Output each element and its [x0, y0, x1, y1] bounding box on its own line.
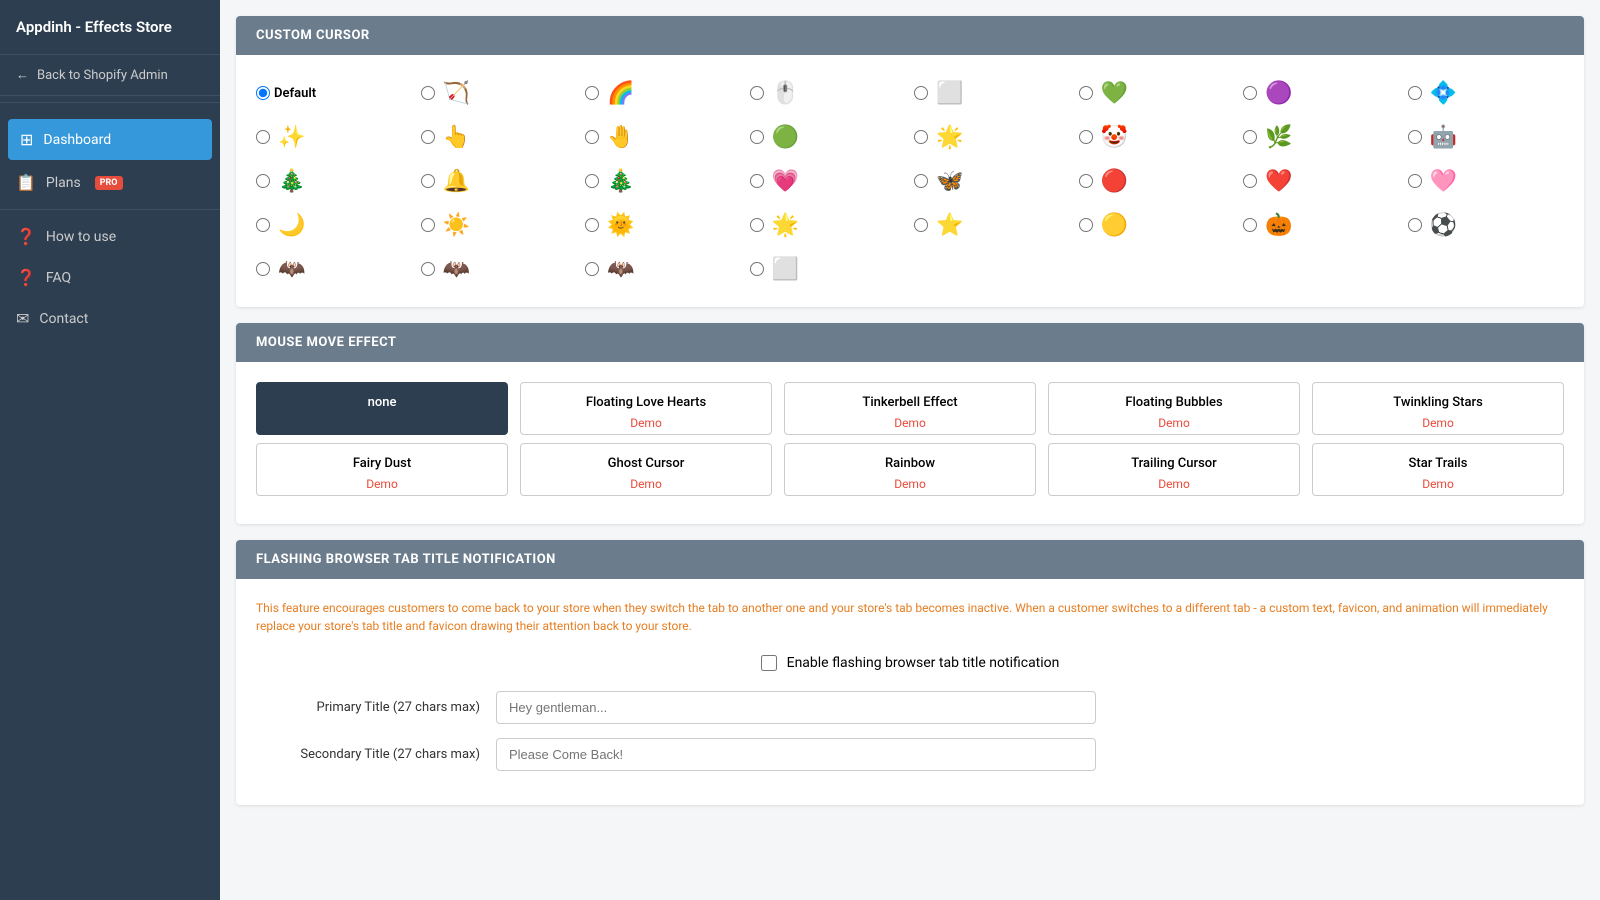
cursor-option-9[interactable]: 👆	[421, 119, 578, 155]
cursor-option-32[interactable]: 🦇	[256, 251, 413, 287]
cursor-option-15[interactable]: 🤖	[1408, 119, 1565, 155]
flashing-tab-header: FLASHING BROWSER TAB TITLE NOTIFICATION	[236, 540, 1584, 579]
back-to-shopify[interactable]: ← Back to Shopify Admin	[0, 55, 220, 96]
custom-cursor-section: CUSTOM CURSOR Default 🏹 🌈 🖱️ ⬜ 💚 🟣 💠 ✨ 👆…	[236, 16, 1584, 307]
cursor-option-4[interactable]: ⬜	[914, 75, 1071, 111]
primary-title-row: Primary Title (27 chars max)	[256, 691, 1564, 724]
back-arrow-icon: ←	[16, 67, 29, 83]
flashing-tab-body: This feature encourages customers to com…	[236, 579, 1584, 805]
dashboard-icon: ⊞	[20, 130, 33, 149]
sidebar-item-dashboard[interactable]: ⊞ Dashboard	[8, 119, 212, 160]
effect-tinkerbell[interactable]: Tinkerbell Effect Demo	[784, 382, 1036, 435]
cursor-option-16[interactable]: 🎄	[256, 163, 413, 199]
effect-star-trails[interactable]: Star Trails Demo	[1312, 443, 1564, 496]
sidebar: Appdinh - Effects Store ← Back to Shopif…	[0, 0, 220, 900]
cursor-option-21[interactable]: 🔴	[1079, 163, 1236, 199]
primary-title-input[interactable]	[496, 691, 1096, 724]
nav-section: ⊞ Dashboard 📋 Plans PRO ❓ How to use ❓ F…	[0, 109, 220, 347]
mouse-move-header: MOUSE MOVE EFFECT	[236, 323, 1584, 362]
effect-fairy-dust[interactable]: Fairy Dust Demo	[256, 443, 508, 496]
sidebar-item-contact[interactable]: ✉ Contact	[0, 298, 220, 339]
custom-cursor-header: CUSTOM CURSOR	[236, 16, 1584, 55]
cursor-option-33[interactable]: 🦇	[421, 251, 578, 287]
mouse-move-effect-section: MOUSE MOVE EFFECT none Floating Love Hea…	[236, 323, 1584, 524]
effect-twinkling-stars[interactable]: Twinkling Stars Demo	[1312, 382, 1564, 435]
faq-icon: ❓	[16, 268, 36, 287]
sidebar-item-how-to-use[interactable]: ❓ How to use	[0, 216, 220, 257]
cursor-option-8[interactable]: ✨	[256, 119, 413, 155]
cursor-option-12[interactable]: 🌟	[914, 119, 1071, 155]
cursor-option-10[interactable]: 🤚	[585, 119, 742, 155]
pro-badge: PRO	[95, 176, 123, 190]
effect-row-2: Fairy Dust Demo Ghost Cursor Demo Rainbo…	[256, 443, 1564, 496]
enable-row: Enable flashing browser tab title notifi…	[256, 655, 1564, 671]
cursor-option-31[interactable]: ⚽	[1408, 207, 1565, 243]
cursor-option-18[interactable]: 🎄	[585, 163, 742, 199]
cursor-option-23[interactable]: 🩷	[1408, 163, 1565, 199]
cursor-option-35[interactable]: ⬜	[750, 251, 907, 287]
effect-trailing-cursor[interactable]: Trailing Cursor Demo	[1048, 443, 1300, 496]
cursor-option-6[interactable]: 🟣	[1243, 75, 1400, 111]
cursor-option-2[interactable]: 🌈	[585, 75, 742, 111]
cursor-option-25[interactable]: ☀️	[421, 207, 578, 243]
cursor-option-14[interactable]: 🌿	[1243, 119, 1400, 155]
cursor-option-13[interactable]: 🤡	[1079, 119, 1236, 155]
custom-cursor-body: Default 🏹 🌈 🖱️ ⬜ 💚 🟣 💠 ✨ 👆 🤚 🟢 🌟 🤡 🌿 🤖	[236, 55, 1584, 307]
cursor-option-17[interactable]: 🔔	[421, 163, 578, 199]
cursor-option-7[interactable]: 💠	[1408, 75, 1565, 111]
plans-icon: 📋	[16, 173, 36, 192]
cursor-option-22[interactable]: ❤️	[1243, 163, 1400, 199]
cursor-option-5[interactable]: 💚	[1079, 75, 1236, 111]
effect-rainbow[interactable]: Rainbow Demo	[784, 443, 1036, 496]
cursor-grid: Default 🏹 🌈 🖱️ ⬜ 💚 🟣 💠 ✨ 👆 🤚 🟢 🌟 🤡 🌿 🤖	[256, 75, 1564, 287]
enable-flashing-checkbox[interactable]	[761, 655, 777, 671]
cursor-option-26[interactable]: 🌞	[585, 207, 742, 243]
cursor-option-3[interactable]: 🖱️	[750, 75, 907, 111]
app-title: Appdinh - Effects Store	[0, 0, 220, 55]
sidebar-item-plans[interactable]: 📋 Plans PRO	[0, 162, 220, 203]
cursor-option-20[interactable]: 🦋	[914, 163, 1071, 199]
enable-flashing-label[interactable]: Enable flashing browser tab title notifi…	[787, 655, 1060, 671]
cursor-option-30[interactable]: 🎃	[1243, 207, 1400, 243]
sidebar-item-faq[interactable]: ❓ FAQ	[0, 257, 220, 298]
effect-floating-love-hearts[interactable]: Floating Love Hearts Demo	[520, 382, 772, 435]
cursor-option-27[interactable]: 🌟	[750, 207, 907, 243]
cursor-option-29[interactable]: 🟡	[1079, 207, 1236, 243]
main-content: CUSTOM CURSOR Default 🏹 🌈 🖱️ ⬜ 💚 🟣 💠 ✨ 👆…	[220, 0, 1600, 900]
cursor-option-1[interactable]: 🏹	[421, 75, 578, 111]
how-to-use-icon: ❓	[16, 227, 36, 246]
effect-none[interactable]: none	[256, 382, 508, 435]
cursor-default-radio[interactable]	[256, 86, 270, 100]
cursor-option-28[interactable]: ⭐	[914, 207, 1071, 243]
mouse-move-body: none Floating Love Hearts Demo Tinkerbel…	[236, 362, 1584, 524]
flashing-description: This feature encourages customers to com…	[256, 599, 1564, 635]
secondary-title-input[interactable]	[496, 738, 1096, 771]
secondary-title-label: Secondary Title (27 chars max)	[256, 747, 496, 762]
effect-ghost-cursor[interactable]: Ghost Cursor Demo	[520, 443, 772, 496]
flashing-tab-section: FLASHING BROWSER TAB TITLE NOTIFICATION …	[236, 540, 1584, 805]
effect-floating-bubbles[interactable]: Floating Bubbles Demo	[1048, 382, 1300, 435]
effect-row-1: none Floating Love Hearts Demo Tinkerbel…	[256, 382, 1564, 435]
secondary-title-row: Secondary Title (27 chars max)	[256, 738, 1564, 771]
contact-icon: ✉	[16, 309, 29, 328]
cursor-option-34[interactable]: 🦇	[585, 251, 742, 287]
cursor-default[interactable]: Default	[256, 86, 413, 101]
cursor-option-19[interactable]: 💗	[750, 163, 907, 199]
cursor-option-24[interactable]: 🌙	[256, 207, 413, 243]
primary-title-label: Primary Title (27 chars max)	[256, 700, 496, 715]
cursor-option-11[interactable]: 🟢	[750, 119, 907, 155]
